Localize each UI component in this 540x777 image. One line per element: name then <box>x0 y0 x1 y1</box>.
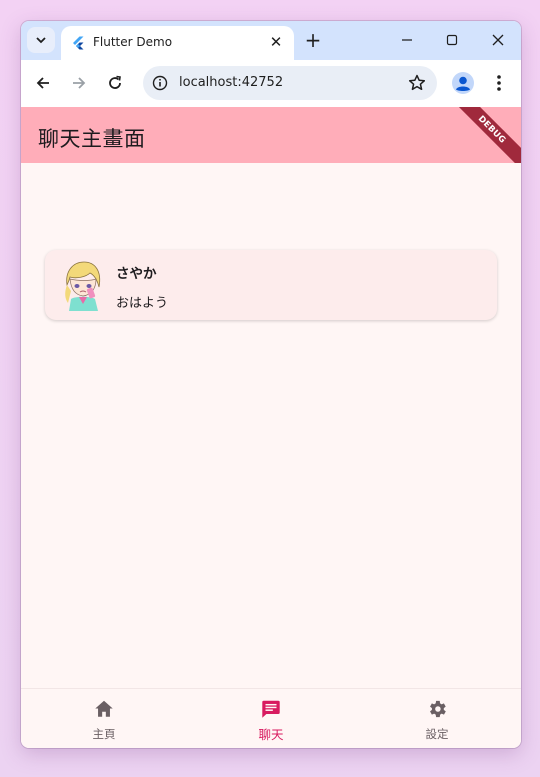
forward-button[interactable] <box>68 72 90 94</box>
reload-button[interactable] <box>104 72 126 94</box>
new-tab-button[interactable]: + <box>303 28 323 52</box>
star-icon[interactable] <box>407 73 427 93</box>
nav-label-settings: 設定 <box>425 727 449 741</box>
maximize-icon <box>446 34 458 46</box>
minimize-button[interactable] <box>395 29 419 51</box>
back-button[interactable] <box>32 72 54 94</box>
arrow-right-icon <box>73 77 86 89</box>
minimize-icon <box>402 39 412 41</box>
tab-close-button[interactable]: ✕ <box>266 32 286 52</box>
browser-window: Flutter Demo ✕ + localhost:42752 聊天主畫面 D… <box>21 21 521 748</box>
close-icon <box>492 34 504 46</box>
debug-banner-label: DEBUG <box>476 113 508 146</box>
nav-item-home[interactable]: 主頁 <box>44 689 164 748</box>
reload-icon <box>109 75 121 89</box>
url-text[interactable]: localhost:42752 <box>179 75 283 90</box>
maximize-button[interactable] <box>440 29 464 51</box>
chat-last-message: おはよう <box>116 296 169 311</box>
nav-item-settings[interactable]: 設定 <box>377 689 497 748</box>
app-bar: 聊天主畫面 DEBUG <box>21 107 521 163</box>
browser-toolbar: localhost:42752 <box>21 60 521 107</box>
tab-search-button[interactable] <box>27 27 55 53</box>
info-icon[interactable] <box>152 75 168 91</box>
settings-icon <box>430 700 446 718</box>
chat-list-item[interactable]: さやか おはよう <box>45 250 497 320</box>
tab-title: Flutter Demo <box>93 35 173 49</box>
chat-list <box>21 163 521 688</box>
tab-strip: Flutter Demo ✕ + <box>21 21 521 60</box>
flutter-logo-icon <box>73 36 84 50</box>
browser-tab[interactable]: Flutter Demo ✕ <box>61 26 294 60</box>
nav-label-home: 主頁 <box>92 727 116 741</box>
chevron-down-icon <box>36 37 46 44</box>
avatar <box>61 259 105 311</box>
home-icon <box>95 700 113 717</box>
page-title: 聊天主畫面 <box>38 127 146 151</box>
chat-contact-name: さやか <box>116 266 157 282</box>
profile-avatar-icon[interactable] <box>451 71 475 95</box>
bottom-navigation-bar: 主頁 聊天 設定 <box>21 688 521 748</box>
arrow-left-icon <box>36 77 49 89</box>
more-vert-icon[interactable] <box>489 72 509 94</box>
address-bar[interactable]: localhost:42752 <box>143 66 437 100</box>
close-window-button[interactable] <box>486 29 510 51</box>
nav-item-chat[interactable]: 聊天 <box>211 689 331 748</box>
chat-icon <box>262 700 280 718</box>
nav-label-chat: 聊天 <box>258 727 284 742</box>
